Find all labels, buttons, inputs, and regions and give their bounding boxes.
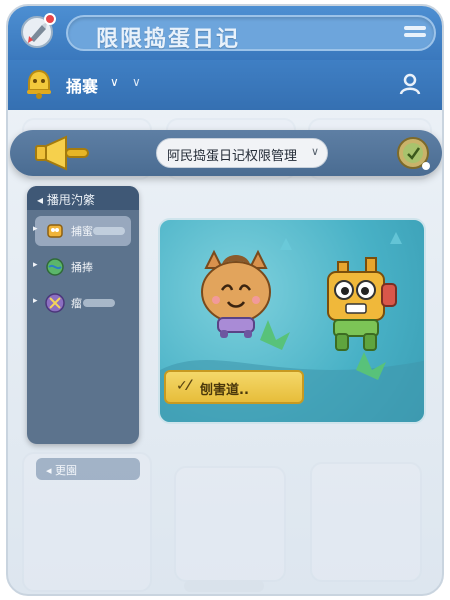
title-bar: 限限捣蛋日记 xyxy=(8,6,442,60)
menu-arrow: ▸ xyxy=(33,224,38,234)
app-window: 限限捣蛋日记 捅褰 ∨ ∨ 阿民捣蛋日记权限管理 ∨ ◂ 播甩汋綮 ▸ 捕蜜 ▸… xyxy=(6,4,444,596)
side-menu-panel: ◂ 播甩汋綮 ▸ 捕蜜 ▸ 捅捧 ▸ 瘤 xyxy=(27,186,139,444)
menu-item-label: 瘤 xyxy=(71,297,82,310)
title-pill: 限限捣蛋日记 xyxy=(66,15,436,52)
announcement-text: 阿民捣蛋日记权限管理 xyxy=(167,149,298,164)
background-card xyxy=(174,466,286,582)
menu-item-blurred-text xyxy=(93,227,125,235)
menu-icon[interactable] xyxy=(404,23,426,43)
sub-bar: 捅褰 ∨ ∨ xyxy=(8,60,442,110)
crossed-swords-icon xyxy=(45,293,65,313)
notification-dot xyxy=(44,13,56,25)
menu-header[interactable]: ◂ 播甩汋綮 xyxy=(27,186,139,210)
announcement-bar[interactable]: 阿民捣蛋日记权限管理 ∨ xyxy=(10,130,442,176)
chevron-down-icon[interactable]: ∨ xyxy=(311,145,319,158)
hero-card[interactable]: ✓⁄ 刨害道.. xyxy=(158,218,426,424)
robot-icon xyxy=(45,221,65,241)
menu-item-label: 捕蜜 xyxy=(71,225,93,238)
rocket-icon[interactable] xyxy=(20,13,56,49)
horn-icon xyxy=(32,134,92,172)
menu-item-1[interactable]: ▸ 捕蜜 xyxy=(33,216,131,246)
menu-arrow: ▸ xyxy=(33,296,38,306)
announcement-dropdown[interactable]: 阿民捣蛋日记权限管理 ∨ xyxy=(156,138,328,168)
background-pill xyxy=(184,580,264,592)
user-icon[interactable] xyxy=(398,72,422,96)
medal-icon[interactable] xyxy=(396,136,430,170)
chevron-down-icon[interactable]: ∨ xyxy=(110,75,119,89)
check-icon: ✓⁄ xyxy=(176,378,191,394)
cat-character-icon xyxy=(196,248,276,340)
globe-icon xyxy=(45,257,65,277)
app-title: 限限捣蛋日记 xyxy=(96,27,241,52)
robot-character-icon xyxy=(320,254,400,354)
menu-item-2[interactable]: ▸ 捅捧 xyxy=(33,252,131,282)
bell-icon[interactable] xyxy=(24,68,54,100)
menu-arrow: ▸ xyxy=(33,260,38,270)
hero-banner-button[interactable]: ✓⁄ 刨害道.. xyxy=(164,370,304,404)
section-header-secondary[interactable]: ◂ 更園 xyxy=(36,458,140,480)
sub-bar-label[interactable]: 捅褰 xyxy=(66,73,98,97)
background-card xyxy=(310,462,422,582)
menu-item-3[interactable]: ▸ 瘤 xyxy=(33,288,131,318)
menu-item-blurred-text xyxy=(83,299,115,307)
chevron-down-icon-secondary[interactable]: ∨ xyxy=(132,75,141,89)
menu-item-label: 捅捧 xyxy=(71,261,93,274)
hero-banner-label: 刨害道.. xyxy=(200,383,249,398)
